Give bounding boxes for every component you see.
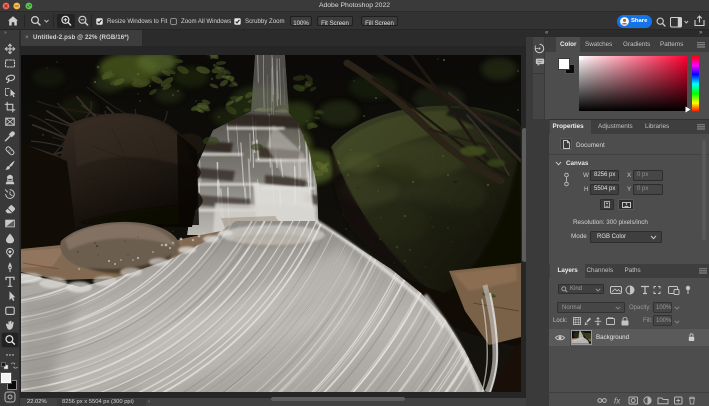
svg-text:fx: fx [614, 396, 621, 405]
